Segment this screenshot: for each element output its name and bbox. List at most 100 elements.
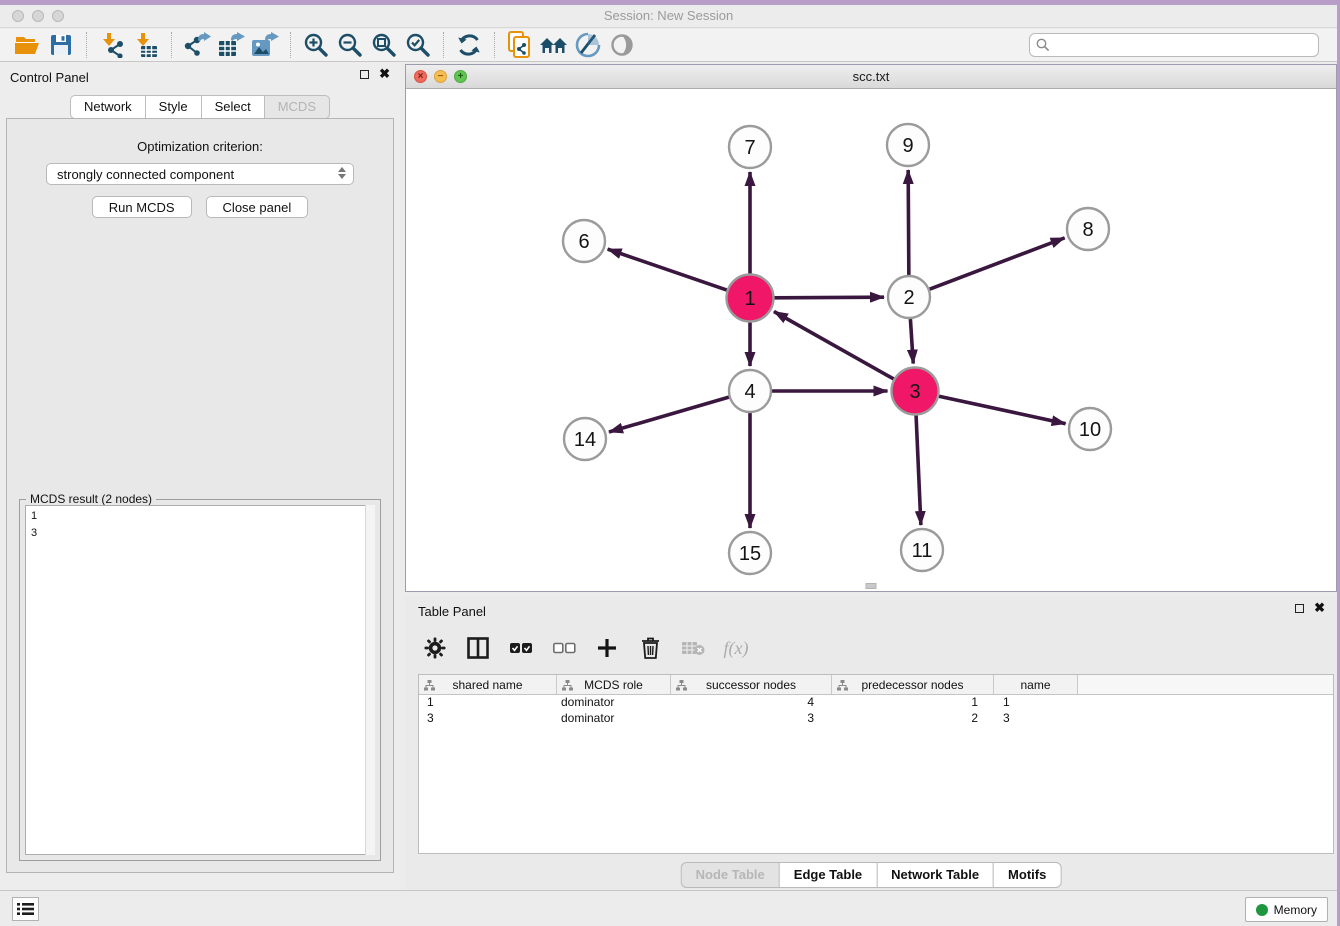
graph-node-14[interactable]: 14 <box>564 418 606 460</box>
criterion-select[interactable]: strongly connected component <box>46 163 354 185</box>
toolbar-separator <box>494 32 495 58</box>
control-panel-tabs: Network Style Select MCDS <box>0 95 400 119</box>
tab-motifs[interactable]: Motifs <box>993 862 1061 888</box>
zoom-fit-button[interactable] <box>367 30 401 60</box>
graph-node-15[interactable]: 15 <box>729 532 771 574</box>
zoom-in-icon <box>303 32 329 58</box>
graph-node-6[interactable]: 6 <box>563 220 605 262</box>
tree-icon <box>424 680 435 691</box>
svg-text:11: 11 <box>912 540 933 562</box>
svg-text:1: 1 <box>744 288 755 310</box>
graph-node-1[interactable]: 1 <box>727 275 774 322</box>
graph-edge-1-2[interactable] <box>774 297 884 298</box>
add-button[interactable] <box>593 634 621 662</box>
graph-edge-2-8[interactable] <box>930 238 1065 289</box>
search-input[interactable] <box>1029 33 1319 57</box>
float-panel-icon[interactable] <box>360 70 369 79</box>
close-panel-icon[interactable]: ✖ <box>379 69 390 79</box>
tab-mcds[interactable]: MCDS <box>264 95 330 119</box>
mcds-result-list[interactable]: 1 3 <box>25 505 375 855</box>
export-network-icon <box>183 32 211 58</box>
zoom-out-button[interactable] <box>333 30 367 60</box>
open-session-button[interactable] <box>10 30 44 60</box>
node-table[interactable]: shared name MCDS role successor nodes pr… <box>418 674 1334 854</box>
show-hide-button[interactable] <box>605 30 639 60</box>
graph-node-3[interactable]: 3 <box>892 368 939 415</box>
tab-style[interactable]: Style <box>145 95 201 119</box>
columns-icon <box>467 637 489 659</box>
close-table-panel-icon[interactable]: ✖ <box>1314 603 1325 613</box>
main-toolbar <box>0 29 1337 62</box>
mcds-panel: Optimization criterion: strongly connect… <box>6 118 394 873</box>
column-header-name[interactable]: name <box>994 675 1078 694</box>
tab-edge-table[interactable]: Edge Table <box>779 862 876 888</box>
export-table-button[interactable] <box>214 30 248 60</box>
graph-node-4[interactable]: 4 <box>729 370 771 412</box>
search-field-wrap <box>1029 33 1319 57</box>
zoom-in-button[interactable] <box>299 30 333 60</box>
main-title-bar: Session: New Session <box>0 5 1337 28</box>
table-header-filler <box>1078 675 1333 694</box>
export-network-button[interactable] <box>180 30 214 60</box>
tab-network[interactable]: Network <box>70 95 145 119</box>
save-session-button[interactable] <box>44 30 78 60</box>
import-network-icon <box>99 32 125 58</box>
result-scrollbar[interactable] <box>365 505 375 855</box>
zoom-out-icon <box>337 32 363 58</box>
table-cell: 3 <box>994 711 1078 727</box>
graph-edge-2-9[interactable] <box>908 170 909 275</box>
tab-network-table[interactable]: Network Table <box>876 862 993 888</box>
graph-edge-3-1[interactable] <box>774 312 894 379</box>
delete-button[interactable] <box>636 634 664 662</box>
table-row[interactable]: 3dominator323 <box>419 711 1333 727</box>
close-panel-button[interactable]: Close panel <box>206 196 309 218</box>
delete-table-button-disabled <box>679 634 707 662</box>
memory-button[interactable]: Memory <box>1245 897 1328 922</box>
delete-table-icon <box>681 640 705 656</box>
graph-node-8[interactable]: 8 <box>1067 208 1109 250</box>
column-header-predecessor-nodes[interactable]: predecessor nodes <box>832 675 994 694</box>
table-row[interactable]: 1dominator411 <box>419 695 1333 711</box>
graph-node-2[interactable]: 2 <box>888 276 930 318</box>
tab-node-table[interactable]: Node Table <box>681 862 779 888</box>
graph-node-7[interactable]: 7 <box>729 126 771 168</box>
import-table-button[interactable] <box>129 30 163 60</box>
toolbar-separator <box>171 32 172 58</box>
svg-text:15: 15 <box>739 543 761 565</box>
export-image-button[interactable] <box>248 30 282 60</box>
network-canvas[interactable]: 7 9 6 8 1 2 4 3 14 10 15 11 <box>406 89 1336 591</box>
graph-node-11[interactable]: 11 <box>901 529 943 571</box>
save-floppy-icon <box>50 34 72 56</box>
toolbar-separator <box>290 32 291 58</box>
column-header-mcds-role[interactable]: MCDS role <box>557 675 671 694</box>
select-all-button[interactable] <box>507 634 535 662</box>
run-mcds-button[interactable]: Run MCDS <box>92 196 192 218</box>
tab-select[interactable]: Select <box>201 95 264 119</box>
network-graph[interactable]: 7 9 6 8 1 2 4 3 14 10 15 11 <box>406 89 1336 592</box>
table-options-button[interactable] <box>421 634 449 662</box>
column-header-successor-nodes[interactable]: successor nodes <box>671 675 832 694</box>
column-header-shared-name[interactable]: shared name <box>419 675 557 694</box>
refresh-layout-button[interactable] <box>452 30 486 60</box>
graph-edge-4-14[interactable] <box>609 397 729 432</box>
graph-node-10[interactable]: 10 <box>1069 408 1111 450</box>
window-resize-grip[interactable] <box>866 583 877 589</box>
graph-edge-1-6[interactable] <box>608 249 727 290</box>
clone-network-button[interactable] <box>503 30 537 60</box>
network-window-titlebar[interactable]: × − + scc.txt <box>406 65 1336 89</box>
deselect-all-button[interactable] <box>550 634 578 662</box>
show-columns-button[interactable] <box>464 634 492 662</box>
task-history-button[interactable] <box>12 897 39 921</box>
import-network-button[interactable] <box>95 30 129 60</box>
graph-edge-3-10[interactable] <box>939 396 1066 423</box>
float-table-panel-icon[interactable] <box>1295 604 1304 613</box>
table-cell: dominator <box>557 711 671 727</box>
graph-edge-2-3[interactable] <box>910 319 913 364</box>
home-neighbors-button[interactable] <box>537 30 571 60</box>
graph-node-9[interactable]: 9 <box>887 124 929 166</box>
table-cell: dominator <box>557 695 671 711</box>
zoom-selected-button[interactable] <box>401 30 435 60</box>
memory-status-icon <box>1256 904 1268 916</box>
graph-edge-3-11[interactable] <box>916 415 921 525</box>
apply-style-button[interactable] <box>571 30 605 60</box>
